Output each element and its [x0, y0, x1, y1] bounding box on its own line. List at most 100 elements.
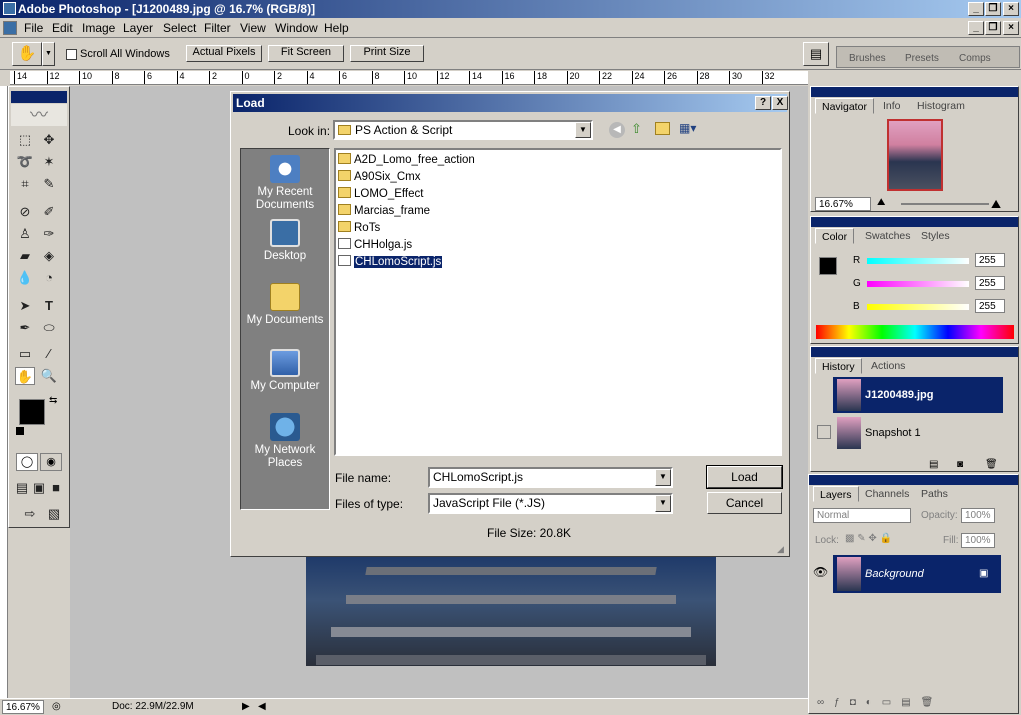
full-screen-menu-icon[interactable]: ▣ [31, 479, 47, 497]
crop-tool-icon[interactable]: ⌗ [15, 175, 35, 193]
minimize-icon[interactable]: _ [968, 2, 984, 16]
doc-restore-icon[interactable]: ❐ [985, 21, 1001, 35]
menu-filter[interactable]: Filter [204, 21, 231, 35]
place-desktop[interactable]: Desktop [241, 219, 329, 263]
list-item[interactable]: CHHolga.js [338, 237, 412, 253]
dialog-help-button[interactable]: ? [755, 96, 771, 110]
red-value[interactable]: 255 [975, 253, 1005, 267]
swap-colors-icon[interactable]: ⇆ [49, 395, 57, 406]
list-item[interactable]: LOMO_Effect [338, 186, 423, 202]
print-size-button[interactable]: Print Size [350, 45, 424, 62]
color-ramp[interactable] [816, 325, 1014, 339]
tab-histogram[interactable]: Histogram [911, 98, 971, 114]
well-tab-brushes[interactable]: Brushes [849, 53, 886, 64]
list-item[interactable]: A2D_Lomo_free_action [338, 152, 475, 168]
history-brush-source-box[interactable] [817, 425, 831, 439]
document-image[interactable] [306, 557, 716, 666]
list-item[interactable]: A90Six_Cmx [338, 169, 420, 185]
green-slider[interactable] [867, 281, 969, 287]
zoom-out-icon[interactable]: ⛰ [877, 197, 885, 208]
list-item[interactable]: Marcias_frame [338, 203, 430, 219]
file-type-select[interactable]: JavaScript File (*.JS) ▼ [428, 493, 673, 514]
notes-tool-icon[interactable]: ▭ [15, 345, 35, 363]
lasso-tool-icon[interactable]: ➰ [15, 153, 35, 171]
status-preview-icon[interactable]: ◎ [52, 699, 61, 715]
menu-file[interactable]: File [24, 21, 43, 35]
status-menu-arrow-icon[interactable]: ▶ [242, 699, 250, 715]
color-foreground-swatch[interactable] [819, 257, 837, 275]
trash-icon[interactable]: 🗑 [985, 459, 998, 470]
close-icon[interactable]: × [1003, 2, 1019, 16]
magic-wand-tool-icon[interactable]: ✶ [39, 153, 59, 171]
navigator-thumbnail[interactable] [887, 119, 943, 191]
slice-tool-icon[interactable]: ✎ [39, 175, 59, 193]
tab-history[interactable]: History [815, 358, 862, 374]
jump-to-imageready-icon[interactable]: ⇨ [15, 505, 45, 523]
zoom-tool-icon[interactable]: 🔍 [39, 367, 59, 385]
tab-paths[interactable]: Paths [915, 486, 954, 502]
file-name-input[interactable]: CHLomoScript.js ▼ [428, 467, 673, 488]
foreground-color-swatch[interactable] [19, 399, 45, 425]
place-my-computer[interactable]: My Computer [241, 349, 329, 393]
menu-layer[interactable]: Layer [123, 21, 153, 35]
new-snapshot-icon[interactable]: ◙ [957, 459, 963, 470]
actual-pixels-button[interactable]: Actual Pixels [186, 45, 262, 62]
eye-icon[interactable]: 👁 [813, 565, 828, 579]
list-item-selected[interactable]: CHLomoScript.js [338, 254, 443, 270]
tab-actions[interactable]: Actions [865, 358, 911, 374]
view-menu-icon[interactable]: ▦▾ [679, 121, 701, 137]
tab-swatches[interactable]: Swatches [859, 228, 917, 244]
zoom-slider[interactable] [901, 203, 989, 205]
clone-stamp-tool-icon[interactable]: ♙ [15, 225, 35, 243]
default-colors-icon[interactable] [16, 427, 24, 435]
tab-layers[interactable]: Layers [813, 486, 859, 502]
red-slider[interactable] [867, 258, 969, 264]
full-screen-icon[interactable]: ■ [48, 479, 64, 497]
menu-window[interactable]: Window [275, 21, 318, 35]
eyedropper-tool-icon[interactable]: ⁄ [39, 345, 59, 363]
new-document-icon[interactable]: ▤ [929, 459, 938, 470]
place-my-documents[interactable]: My Documents [241, 283, 329, 327]
tab-navigator[interactable]: Navigator [815, 98, 874, 114]
place-my-network-places[interactable]: My Network Places [241, 413, 329, 470]
menu-edit[interactable]: Edit [52, 21, 73, 35]
blur-tool-icon[interactable]: 💧 [15, 269, 35, 287]
document-icon[interactable] [3, 21, 17, 35]
eraser-tool-icon[interactable]: ▰ [15, 247, 35, 265]
fill-field[interactable]: 100% [961, 533, 995, 548]
tab-styles[interactable]: Styles [915, 228, 956, 244]
scroll-left-icon[interactable]: ◀ [258, 699, 266, 715]
status-zoom-field[interactable]: 16.67% [2, 700, 44, 714]
dialog-close-button[interactable]: X [772, 96, 788, 110]
tab-color[interactable]: Color [815, 228, 855, 244]
tab-info[interactable]: Info [877, 98, 907, 114]
file-list[interactable]: A2D_Lomo_free_action A90Six_Cmx LOMO_Eff… [334, 148, 782, 456]
menu-help[interactable]: Help [324, 21, 349, 35]
hand-tool-preset-icon[interactable]: ✋ [12, 42, 42, 66]
blue-slider[interactable] [867, 304, 969, 310]
chevron-down-icon[interactable]: ▼ [655, 495, 671, 512]
well-tab-presets[interactable]: Presets [905, 53, 939, 64]
place-recent-documents[interactable]: My Recent Documents [241, 155, 329, 212]
path-selection-tool-icon[interactable]: ➤ [15, 297, 35, 315]
move-tool-icon[interactable]: ✥ [39, 131, 59, 149]
list-item[interactable]: RoTs [338, 220, 380, 236]
well-tab-comps[interactable]: Comps [959, 53, 991, 64]
zoom-in-icon[interactable]: ⛰ [991, 197, 1001, 212]
pen-tool-icon[interactable]: ✒ [15, 319, 35, 337]
hand-tool-icon[interactable]: ✋ [15, 367, 35, 385]
standard-mode-icon[interactable]: ◯ [16, 453, 38, 471]
load-button[interactable]: Load [706, 465, 783, 489]
menu-image[interactable]: Image [82, 21, 115, 35]
healing-brush-tool-icon[interactable]: ⊘ [15, 203, 35, 221]
dodge-tool-icon[interactable]: ◔ [39, 269, 59, 287]
layer-actions-icons[interactable]: ∞ƒ◘◐▭▤🗑 [817, 697, 1007, 708]
doc-minimize-icon[interactable]: _ [968, 21, 984, 35]
ellipse-tool-icon[interactable]: ⬭ [39, 319, 59, 337]
scroll-all-checkbox[interactable] [66, 49, 77, 60]
preset-dropdown-icon[interactable]: ▼ [42, 42, 55, 66]
new-folder-icon[interactable] [655, 122, 670, 135]
restore-icon[interactable]: ❐ [985, 2, 1001, 16]
chevron-down-icon[interactable]: ▼ [575, 122, 591, 138]
marquee-tool-icon[interactable]: ⬚ [15, 131, 35, 149]
